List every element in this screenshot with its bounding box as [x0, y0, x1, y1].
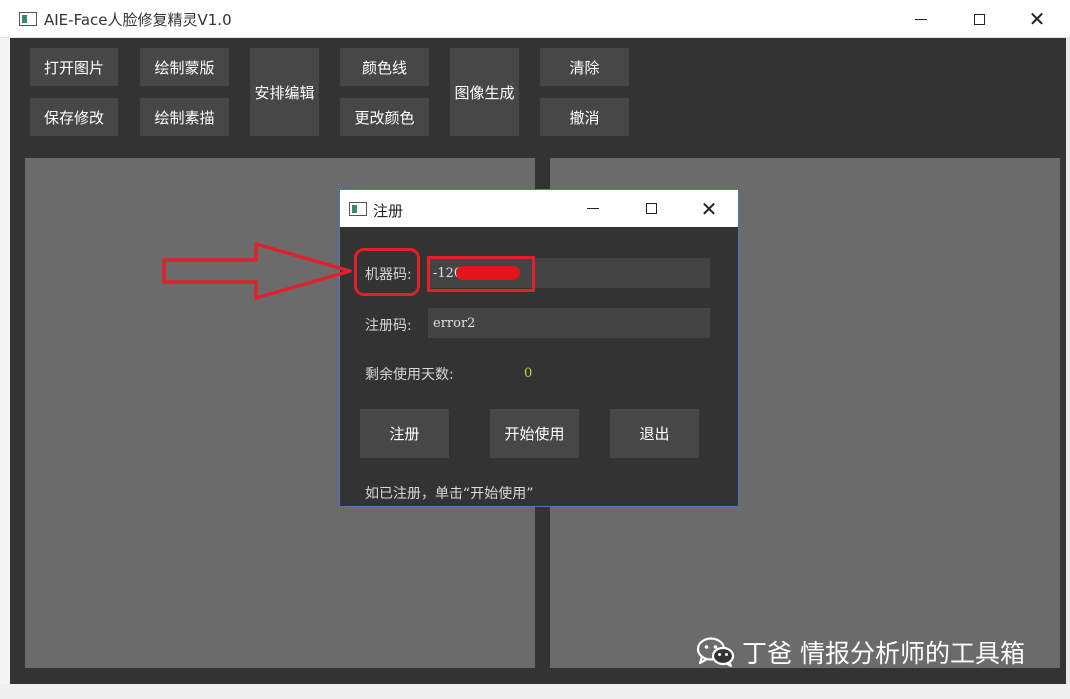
minimize-button[interactable] [892, 0, 950, 38]
draw-mask-button[interactable]: 绘制蒙版 [140, 48, 229, 86]
annotation-box-label [354, 248, 420, 296]
maximize-icon [645, 203, 657, 214]
background-taskbar-strip [0, 684, 1070, 699]
save-changes-button[interactable]: 保存修改 [30, 98, 118, 136]
minimize-icon [915, 18, 927, 20]
color-line-button[interactable]: 颜色线 [340, 48, 429, 86]
register-button[interactable]: 注册 [360, 409, 449, 458]
dialog-maximize-button[interactable] [622, 190, 680, 227]
dialog-app-icon [349, 202, 367, 216]
dialog-title: 注册 [373, 202, 404, 220]
change-color-button[interactable]: 更改颜色 [340, 98, 429, 136]
background-window-edge-right [1066, 38, 1070, 699]
minimize-icon [587, 208, 599, 209]
clear-button[interactable]: 清除 [540, 48, 629, 86]
undo-button[interactable]: 撤消 [540, 98, 629, 136]
register-dialog: 注册 ✕ 机器码: -120 注册码: error2 剩余使用天数: 0 注册 … [339, 189, 739, 507]
app-icon [19, 12, 37, 26]
arrange-edit-button[interactable]: 安排编辑 [250, 48, 319, 136]
draw-sketch-button[interactable]: 绘制素描 [140, 98, 229, 136]
annotation-arrow-icon [162, 242, 352, 300]
register-hint: 如已注册，单击“开始使用” [365, 486, 534, 502]
watermark: 丁爸 情报分析师的工具箱 [696, 634, 1025, 670]
days-left-label: 剩余使用天数: [365, 367, 454, 383]
maximize-button[interactable] [950, 0, 1008, 38]
generate-image-button[interactable]: 图像生成 [450, 48, 519, 136]
register-code-field[interactable]: error2 [428, 308, 710, 338]
main-title-bar[interactable]: AIE-Face人脸修复精灵V1.0 ✕ [0, 0, 1070, 38]
watermark-text: 丁爸 情报分析师的工具箱 [742, 639, 1025, 668]
dialog-title-bar[interactable]: 注册 ✕ [340, 190, 738, 227]
close-icon: ✕ [700, 196, 718, 221]
background-window-edge [0, 38, 10, 699]
start-use-button[interactable]: 开始使用 [490, 409, 579, 458]
exit-button[interactable]: 退出 [610, 409, 699, 458]
days-left-value: 0 [524, 366, 533, 381]
open-image-button[interactable]: 打开图片 [30, 48, 118, 86]
dialog-close-button[interactable]: ✕ [680, 190, 738, 227]
close-icon: ✕ [1028, 7, 1046, 31]
wechat-icon [696, 637, 735, 667]
window-title: AIE-Face人脸修复精灵V1.0 [44, 11, 232, 29]
maximize-icon [973, 13, 985, 25]
register-code-label: 注册码: [365, 318, 412, 334]
close-button[interactable]: ✕ [1008, 0, 1066, 38]
annotation-box-value [427, 256, 535, 292]
dialog-minimize-button[interactable] [564, 190, 622, 227]
